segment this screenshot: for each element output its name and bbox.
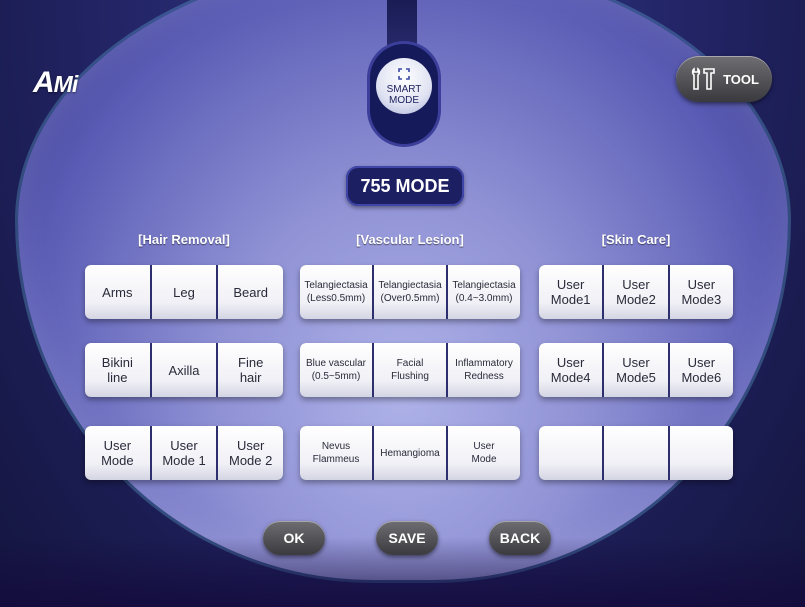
- vascular-user-mode-button[interactable]: User Mode: [448, 426, 520, 480]
- vascular-hemangioma-button[interactable]: Hemangioma: [374, 426, 446, 480]
- hair-removal-title: [Hair Removal]: [138, 232, 230, 247]
- vascular-telangiectasia-over-button[interactable]: Telangiectasia (Over0.5mm): [374, 265, 446, 319]
- hair-removal-row-2: Bikini line Axilla Fine hair: [85, 343, 283, 397]
- logo-sub: Mi: [53, 71, 79, 97]
- ami-logo: AMi: [33, 66, 79, 100]
- hair-user-mode-1-button[interactable]: User Mode 1: [151, 426, 217, 480]
- hair-axilla-button[interactable]: Axilla: [151, 343, 217, 397]
- vascular-telangiectasia-less-button[interactable]: Telangiectasia (Less0.5mm): [300, 265, 372, 319]
- vascular-row-1: Telangiectasia (Less0.5mm) Telangiectasi…: [300, 265, 520, 319]
- skin-user-mode-5-button[interactable]: User Mode5: [604, 343, 668, 397]
- hair-user-mode-button[interactable]: User Mode: [85, 426, 150, 480]
- skin-care-title: [Skin Care]: [601, 232, 671, 247]
- skin-user-mode-4-button[interactable]: User Mode4: [539, 343, 603, 397]
- skin-user-mode-3-button[interactable]: User Mode3: [669, 265, 733, 319]
- hair-fine-hair-button[interactable]: Fine hair: [218, 343, 283, 397]
- vascular-lesion-title: [Vascular Lesion]: [356, 232, 464, 247]
- vascular-row-2: Blue vascular (0.5~5mm) Facial Flushing …: [300, 343, 520, 397]
- ok-button[interactable]: OK: [263, 521, 325, 555]
- skin-user-mode-2-button[interactable]: User Mode2: [604, 265, 668, 319]
- hair-removal-row-3: User Mode User Mode 1 User Mode 2: [85, 426, 283, 480]
- hair-leg-button[interactable]: Leg: [151, 265, 217, 319]
- vascular-row-3: Nevus Flammeus Hemangioma User Mode: [300, 426, 520, 480]
- skin-empty-slot-button[interactable]: [539, 426, 603, 480]
- skin-care-row-3: [539, 426, 733, 480]
- vascular-inflammatory-redness-button[interactable]: Inflammatory Redness: [448, 343, 520, 397]
- skin-user-mode-1-button[interactable]: User Mode1: [539, 265, 603, 319]
- tool-button[interactable]: TOOL: [676, 56, 772, 102]
- skin-empty-slot-button[interactable]: [669, 426, 733, 480]
- smart-mode-label: SMART MODE: [386, 83, 422, 106]
- hair-bikini-line-button[interactable]: Bikini line: [85, 343, 150, 397]
- vascular-nevus-flammeus-button[interactable]: Nevus Flammeus: [300, 426, 372, 480]
- hair-removal-row-1: Arms Leg Beard: [85, 265, 283, 319]
- mode-title: 755 MODE: [346, 166, 464, 206]
- smart-mode-button[interactable]: SMART MODE: [376, 58, 432, 114]
- hair-user-mode-2-button[interactable]: User Mode 2: [218, 426, 283, 480]
- main-screen: AMi TOOL SMART MODE 755 MODE [Hair Remov…: [0, 0, 805, 607]
- skin-user-mode-6-button[interactable]: User Mode6: [669, 343, 733, 397]
- logo-main: A: [33, 66, 55, 99]
- tools-icon: [691, 67, 715, 90]
- tool-label: TOOL: [723, 71, 759, 87]
- back-button[interactable]: BACK: [489, 521, 551, 555]
- skin-empty-slot-button[interactable]: [604, 426, 668, 480]
- hair-arms-button[interactable]: Arms: [85, 265, 150, 319]
- vascular-blue-vascular-button[interactable]: Blue vascular (0.5~5mm): [300, 343, 372, 397]
- skin-care-row-1: User Mode1 User Mode2 User Mode3: [539, 265, 733, 319]
- smart-mode-icon: [398, 67, 410, 80]
- vascular-telangiectasia-range-button[interactable]: Telangiectasia (0.4~3.0mm): [448, 265, 520, 319]
- skin-care-row-2: User Mode4 User Mode5 User Mode6: [539, 343, 733, 397]
- hair-beard-button[interactable]: Beard: [218, 265, 283, 319]
- save-button[interactable]: SAVE: [376, 521, 438, 555]
- vascular-facial-flushing-button[interactable]: Facial Flushing: [374, 343, 446, 397]
